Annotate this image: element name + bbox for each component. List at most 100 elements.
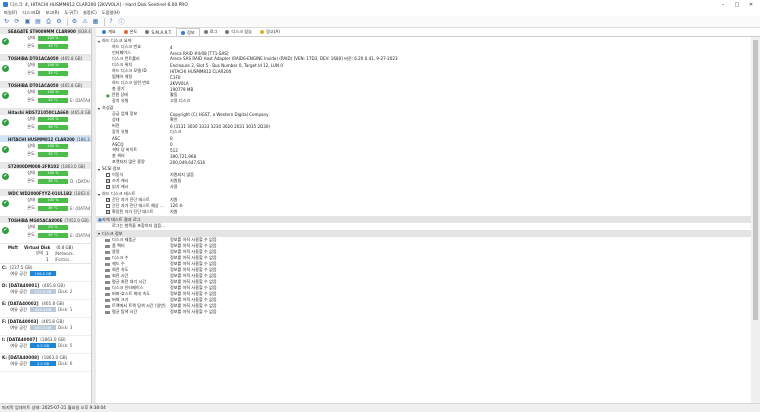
checkbox-icon[interactable] xyxy=(106,204,110,208)
disk-size: (1863.0 GB) xyxy=(73,190,91,196)
disk-item[interactable]: TOSHIBA MG05ACA800E (7452.0 GB) ✔ 상태 83 % 온도 3… xyxy=(0,217,91,244)
disk-header: TOSHIBA MG05ACA800E (7452.0 GB) xyxy=(0,217,91,223)
raid-row-extra: (Fortiss... xyxy=(54,256,74,262)
free-space-bar: 2.0 GB xyxy=(30,361,56,366)
field-icon xyxy=(105,256,110,260)
section-title: 자체 테스트 결과 로그 xyxy=(102,216,141,222)
volume-item[interactable]: E: [DATA40002] (465.8 GB) 여유 공간 424.4 GB Dis… xyxy=(0,300,91,318)
refresh-icon[interactable]: ↻ xyxy=(2,17,11,26)
section-header[interactable]: ▾ 디스크 정보 xyxy=(96,230,751,237)
tab-2[interactable]: S.M.A.R.T. xyxy=(141,28,176,36)
tab-icon xyxy=(203,30,208,34)
log-note: 로그는 항목을 포함하지 않음... xyxy=(96,223,170,229)
field-icon xyxy=(105,310,110,314)
tab-5[interactable]: 디스크 성능 xyxy=(221,28,256,36)
info-key: ✓ 읽기 캐시 xyxy=(96,184,170,190)
temperature-bar: 36 °C xyxy=(38,124,68,130)
tab-label: 디스크 성능 xyxy=(231,29,253,34)
window-title: 디스크: 4, HITACHI HUSMM812 CLAR200 [2KVV0L… xyxy=(10,2,188,8)
settings-icon[interactable]: ⚙ xyxy=(70,17,79,26)
volume-item[interactable]: K: [DATA40008] (1863.0 GB) 여유 공간 2.0 GB Disk… xyxy=(0,354,91,372)
checkbox-icon[interactable]: ✓ xyxy=(106,179,110,183)
status-ok-icon: ✔ xyxy=(2,200,9,207)
info-key-text: 평균 탐색 시간 xyxy=(112,309,138,314)
status-ok-icon: ✔ xyxy=(2,38,9,45)
scrollbar-thumb[interactable] xyxy=(753,40,758,320)
log-note-text: 로그는 항목을 포함하지 않음... xyxy=(112,223,166,228)
info-value: 0 xyxy=(170,135,173,141)
info-key: ASCQ xyxy=(96,142,170,147)
checkbox-icon[interactable]: ✓ xyxy=(106,210,110,214)
tab-3[interactable]: 정보 xyxy=(175,28,200,36)
volume-disk-hint: Disk: 2 xyxy=(58,289,73,294)
checkbox-icon[interactable]: ✓ xyxy=(106,185,110,189)
disk-item[interactable]: TOSHIBA DT01ACA050 (465.8 GB) ✔ 상태 100 % 온도 33… xyxy=(0,82,91,109)
checkbox-icon[interactable] xyxy=(106,173,110,177)
info-key: 포맷되지 않은 용량 xyxy=(96,159,170,165)
volume-item[interactable]: D: [DATA40001] (465.8 GB) 여유 공간 125.3 GB Dis… xyxy=(0,282,91,300)
refresh-all-icon[interactable]: ⟳ xyxy=(13,17,22,26)
print-icon[interactable]: ⎙ xyxy=(44,17,53,26)
disk-item[interactable]: Hitachi HDS721050CLA660 (465.8 GB) ✔ 상태 100 … xyxy=(0,109,91,136)
field-icon xyxy=(105,238,110,242)
volume-item[interactable]: F: [DATA40003] (465.8 GB) 여유 공간 450.4 GB Dis… xyxy=(0,318,91,336)
close-button[interactable]: ✕ xyxy=(744,1,758,8)
free-space-bar: 125.3 GB xyxy=(30,289,56,294)
volume-size: (1863.0 GB) xyxy=(41,354,68,360)
tab-bar: 개요 온도 S.M.A.R.T. 정보 로그 디스크 성능 경고(A) xyxy=(96,28,760,37)
menu-settings[interactable]: 설정(C) xyxy=(83,10,97,16)
info-value: HITACHI HUSMM812 CLAR200 xyxy=(170,68,232,74)
volume-size: (465.8 GB) xyxy=(42,282,65,288)
volume-item[interactable]: C: (237.5 GB) 여유 공간 156.0 GB xyxy=(0,264,91,282)
disk-size: (465.8 GB) xyxy=(60,82,83,88)
health-row: 상태 100 % xyxy=(0,169,91,177)
test-icon[interactable]: ⚙ xyxy=(55,17,64,26)
free-space-bar: 450.4 GB xyxy=(30,325,56,330)
disk-item[interactable]: ST2000DM008-2FR102 (1863.0 GB) ✔ 상태 100 % 온도 3… xyxy=(0,163,91,190)
help-icon[interactable]: ? xyxy=(107,17,116,26)
disk-item[interactable]: WDC WD2000FYYZ-01UL1B2(1863.0 GB)✔상태100 … xyxy=(0,190,91,217)
disk-header: Hitachi HDS721050CLA660 (465.8 GB) xyxy=(0,109,91,115)
minimize-button[interactable]: – xyxy=(716,1,730,8)
health-row: 상태 83 % xyxy=(0,223,91,231)
tab-4[interactable]: 로그 xyxy=(200,28,222,36)
menu-file[interactable]: 파일(F) xyxy=(4,10,17,16)
vertical-scrollbar[interactable] xyxy=(751,37,760,403)
menu-help[interactable]: 도움말(H) xyxy=(102,10,120,16)
alert-icon[interactable]: ⚠ xyxy=(81,17,90,26)
volume-size: (465.8 GB) xyxy=(41,300,65,306)
disk-volume-hint: E: (DATA40... xyxy=(70,232,90,238)
toolbar-separator xyxy=(103,17,105,26)
section-header[interactable]: ■ 자체 테스트 결과 로그 xyxy=(96,216,751,223)
info-value: 2KVV0LA xyxy=(170,80,189,86)
raid-vendor: Msft xyxy=(8,244,19,250)
temperature-row: 온도 36 °C xyxy=(0,123,91,131)
disk-size: (1863.0 GB) xyxy=(61,163,86,169)
tab-0[interactable]: 개요 xyxy=(98,28,120,36)
raid-entry[interactable]: Msft Virtual Disk (0.0 GB) 상태 1 (Network… xyxy=(0,244,91,264)
tab-icon xyxy=(145,30,150,34)
chart-icon[interactable]: ▦ xyxy=(91,17,100,26)
info-value: 0 xyxy=(170,141,173,147)
info-icon[interactable]: ⓘ xyxy=(117,17,126,26)
menu-report[interactable]: 보고(R) xyxy=(45,10,59,16)
menu-disk[interactable]: 디스크(D) xyxy=(22,10,40,16)
checkbox-icon[interactable]: ✓ xyxy=(106,198,110,202)
disk-item[interactable]: SEAGATE ST9009MM CLAR900(838.4 ...✔상태100… xyxy=(0,28,91,55)
disk-name: SEAGATE ST9009MM CLAR900 xyxy=(8,28,76,34)
report-icon[interactable]: ▤ xyxy=(34,17,43,26)
temperature-row: 온도 33 °C xyxy=(0,150,91,158)
disk-name: WDC WD2000FYYZ-01UL1B2 xyxy=(8,190,72,196)
tab-icon xyxy=(225,30,230,34)
disk-item[interactable]: TOSHIBA DT01ACA050 (465.8 GB) ✔ 상태 100 % 온도 33… xyxy=(0,55,91,82)
volume-free-row: 여유 공간 125.3 GB Disk: 2 xyxy=(0,288,91,295)
maximize-button[interactable]: □ xyxy=(730,1,744,8)
volume-item[interactable]: I: [DATA40007] (1863.0 GB) 여유 공간 0.0 GB Disk… xyxy=(0,336,91,354)
field-icon xyxy=(105,292,110,296)
tab-6[interactable]: 경고(A) xyxy=(256,28,284,36)
disk-item[interactable]: HITACHI HUSMM812 CLAR200(186.3 ...✔상태100… xyxy=(0,136,91,163)
menu-tools[interactable]: 도구(T) xyxy=(64,10,78,16)
info-row: ✓ 읽기 캐시 사용 xyxy=(96,184,751,190)
disk-icon[interactable]: ▣ xyxy=(23,17,32,26)
tab-1[interactable]: 온도 xyxy=(120,28,142,36)
